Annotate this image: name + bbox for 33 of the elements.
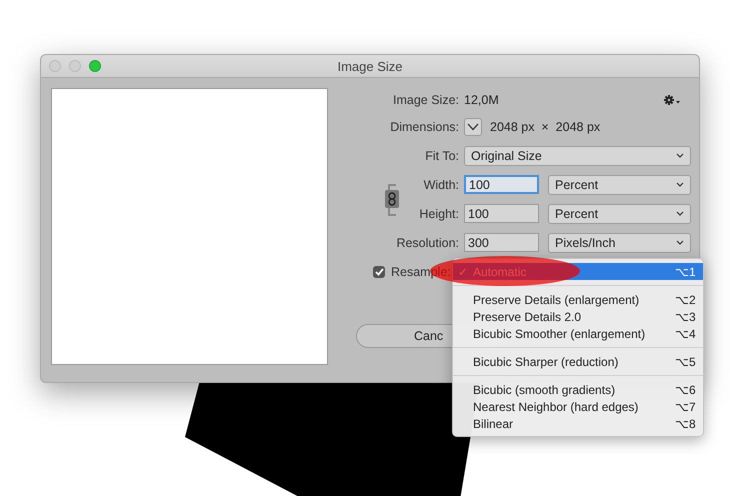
field-label: Image Size: [392, 93, 459, 107]
chevron-icon [467, 122, 479, 130]
zoom-button[interactable] [89, 60, 101, 72]
settings-icon[interactable] [664, 95, 681, 105]
menu-item[interactable]: Bilinear ⌥8 [453, 415, 703, 432]
input-field[interactable]: 100 [464, 204, 539, 223]
chevron-icon [676, 182, 684, 188]
check-mark: ✓ [458, 264, 468, 278]
dimensions-toggle[interactable] [464, 118, 482, 136]
fit-to-select[interactable]: Original Size [464, 146, 691, 166]
input-field[interactable]: 100 [464, 175, 539, 194]
unit-select[interactable]: Pixels/Inch [548, 232, 691, 252]
window-title: Image Size [337, 58, 403, 74]
image-size-value: 12,0M [464, 93, 499, 107]
field-label: Dimensions: [389, 120, 459, 134]
chevron-icon [676, 240, 684, 246]
menu-item[interactable]: Preserve Details 2.0 ⌥3 [453, 308, 703, 325]
menu-item[interactable]: Nearest Neighbor (hard edges) ⌥7 [453, 398, 703, 415]
link-icon[interactable] [385, 190, 399, 208]
menu-item[interactable]: Preserve Details (enlargement) ⌥2 [453, 291, 703, 308]
dimensions-value: 2048 px × 2048 px [490, 120, 600, 134]
field-label: Height: [418, 206, 459, 220]
field-label: Width: [422, 178, 459, 192]
input-field[interactable]: 300 [464, 233, 539, 252]
field-label: Fit To: [424, 148, 459, 162]
unit-select[interactable]: Percent [548, 204, 691, 224]
chevron-icon [676, 152, 684, 158]
menu-item[interactable]: Bicubic Sharper (reduction) ⌥5 [453, 353, 703, 370]
resample-checkbox[interactable] [373, 266, 385, 278]
menu-item[interactable]: Bicubic (smooth gradients) ⌥6 [453, 381, 703, 398]
unit-select[interactable]: Percent [548, 174, 691, 194]
field-label: Resolution: [395, 236, 459, 250]
chevron-icon [676, 210, 684, 216]
